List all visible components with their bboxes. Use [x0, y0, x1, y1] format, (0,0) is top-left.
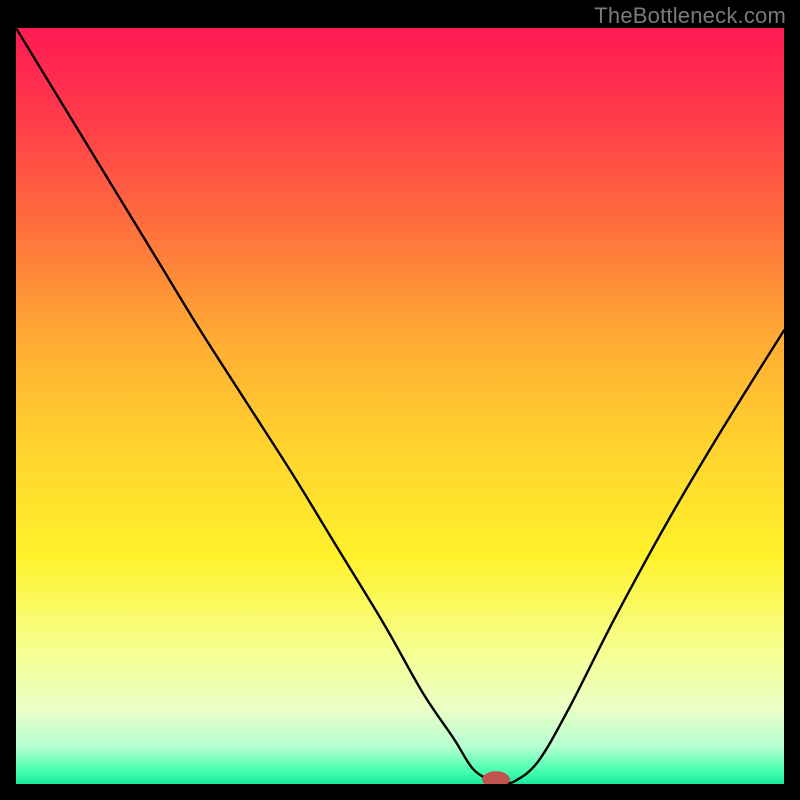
chart-stage: TheBottleneck.com — [0, 0, 800, 800]
bottleneck-chart — [16, 28, 784, 784]
watermark-text: TheBottleneck.com — [594, 3, 786, 29]
chart-background — [16, 28, 784, 784]
